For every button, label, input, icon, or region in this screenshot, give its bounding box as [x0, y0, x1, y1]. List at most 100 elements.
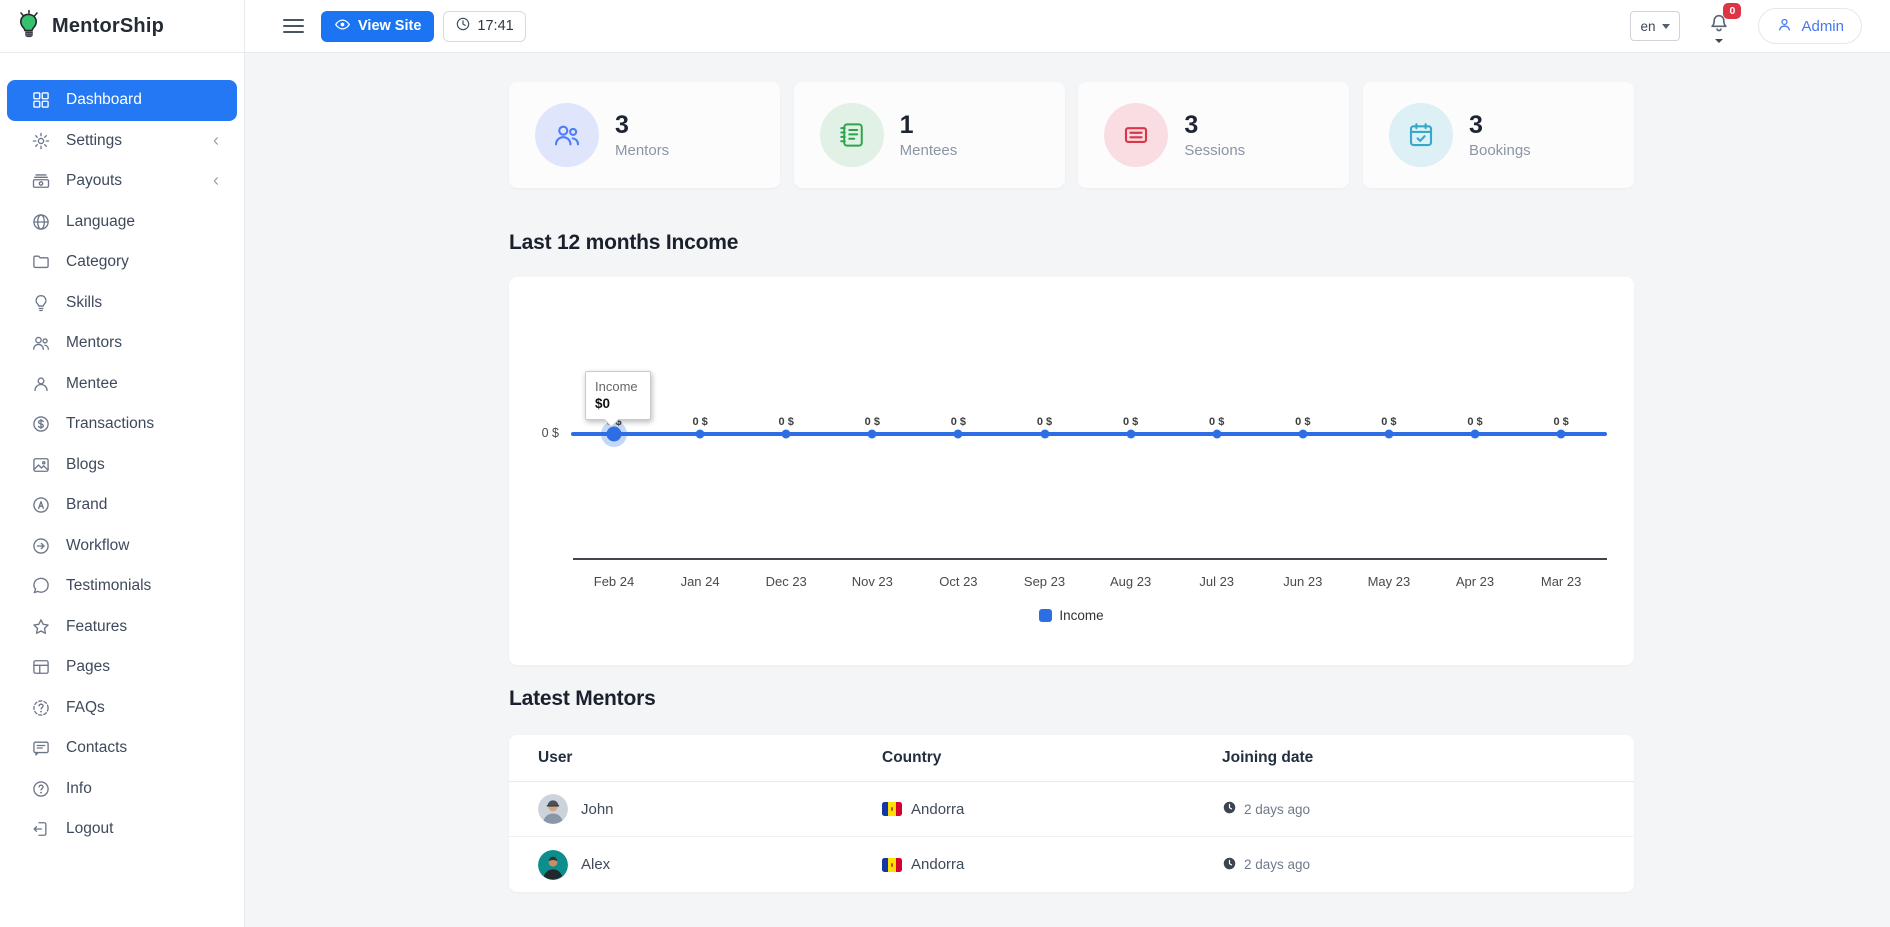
person-icon	[1776, 16, 1793, 37]
features-icon	[31, 617, 51, 637]
sidebar-item-dashboard[interactable]: Dashboard	[7, 80, 237, 121]
chevron-down-icon	[1662, 24, 1670, 29]
point-value-label: 0 $	[951, 416, 966, 428]
brand-icon	[31, 495, 51, 515]
sidebar-item-label: Skills	[66, 294, 102, 312]
chart-point-jul-23[interactable]	[1212, 430, 1221, 439]
andorra-flag-icon	[882, 802, 902, 816]
sidebar-item-skills[interactable]: Skills	[7, 283, 237, 324]
chart-point-sep-23[interactable]	[1040, 430, 1049, 439]
sidebar-item-mentee[interactable]: Mentee	[7, 364, 237, 405]
x-axis-label: Aug 23	[1110, 574, 1151, 589]
mentors-icon	[31, 333, 51, 353]
sidebar-item-label: Language	[66, 213, 135, 231]
sidebar-header: MentorShip	[0, 0, 244, 53]
sidebar-item-label: Transactions	[66, 415, 154, 433]
column-header-joining-date: Joining date	[1222, 749, 1634, 767]
column-header-user: User	[538, 749, 882, 767]
journal-icon	[820, 103, 884, 167]
time-chip[interactable]: 17:41	[443, 11, 525, 42]
x-axis-line	[573, 558, 1607, 560]
country-name: Andorra	[911, 801, 964, 818]
sidebar-item-pages[interactable]: Pages	[7, 647, 237, 688]
chart-point-jun-23[interactable]	[1298, 430, 1307, 439]
sidebar-item-label: Features	[66, 618, 127, 636]
column-header-country: Country	[882, 749, 1222, 767]
sidebar-item-payouts[interactable]: Payouts	[7, 161, 237, 202]
x-axis-label: Feb 24	[594, 574, 634, 589]
x-axis-label: May 23	[1368, 574, 1411, 589]
sidebar-item-mentors[interactable]: Mentors	[7, 323, 237, 364]
main-content: 3Mentors1Mentees3Sessions3Bookings Last …	[245, 53, 1890, 927]
tooltip-value: $0	[595, 396, 638, 411]
stat-label: Sessions	[1184, 142, 1245, 159]
sidebar-item-category[interactable]: Category	[7, 242, 237, 283]
faqs-icon	[31, 698, 51, 718]
chart-point-dec-23[interactable]	[782, 430, 791, 439]
calendar-check-icon	[1389, 103, 1453, 167]
hamburger-menu-icon[interactable]	[283, 19, 304, 34]
skills-icon	[31, 293, 51, 313]
sidebar-item-label: Info	[66, 780, 92, 798]
chart-point-mar-23[interactable]	[1557, 430, 1566, 439]
stat-label: Mentors	[615, 142, 669, 159]
language-dropdown[interactable]: en	[1630, 11, 1680, 41]
x-axis-label: Dec 23	[766, 574, 807, 589]
sidebar-item-contacts[interactable]: Contacts	[7, 728, 237, 769]
point-value-label: 0 $	[865, 416, 880, 428]
sidebar-item-testimonials[interactable]: Testimonials	[7, 566, 237, 607]
x-axis-label: Sep 23	[1024, 574, 1065, 589]
point-value-label: 0 $	[1123, 416, 1138, 428]
chart-point-aug-23[interactable]	[1126, 430, 1135, 439]
chart-legend: Income	[509, 608, 1634, 623]
sidebar-item-logout[interactable]: Logout	[7, 809, 237, 850]
sidebar-item-brand[interactable]: Brand	[7, 485, 237, 526]
logout-icon	[31, 819, 51, 839]
sidebar-item-features[interactable]: Features	[7, 607, 237, 648]
joining-date: 2 days ago	[1244, 857, 1310, 872]
point-value-label: 0 $	[1295, 416, 1310, 428]
people-icon	[535, 103, 599, 167]
notifications-bell[interactable]: 0	[1706, 9, 1732, 43]
sidebar-item-label: Dashboard	[66, 91, 142, 109]
sidebar-item-workflow[interactable]: Workflow	[7, 526, 237, 567]
info-icon	[31, 779, 51, 799]
payouts-icon	[31, 171, 51, 191]
table-row: JohnAndorra2 days ago	[509, 782, 1634, 837]
workflow-icon	[31, 536, 51, 556]
sidebar-item-faqs[interactable]: FAQs	[7, 688, 237, 729]
sidebar-item-settings[interactable]: Settings	[7, 121, 237, 162]
income-line-series	[571, 432, 1607, 436]
stat-value: 1	[900, 111, 958, 140]
settings-icon	[31, 131, 51, 151]
sidebar-item-label: Logout	[66, 820, 113, 838]
y-axis-tick: 0 $	[509, 426, 559, 440]
stat-value: 3	[1184, 111, 1245, 140]
income-section-title: Last 12 months Income	[509, 231, 738, 255]
sidebar-item-info[interactable]: Info	[7, 769, 237, 810]
stat-card-sessions: 3 Sessions	[1078, 82, 1349, 188]
admin-button[interactable]: Admin	[1758, 8, 1862, 44]
chart-point-nov-23[interactable]	[868, 430, 877, 439]
sidebar-item-language[interactable]: Language	[7, 202, 237, 243]
language-icon	[31, 212, 51, 232]
sidebar-item-label: Workflow	[66, 537, 129, 555]
chart-point-feb-24[interactable]	[607, 427, 622, 442]
transactions-icon	[31, 414, 51, 434]
chart-point-apr-23[interactable]	[1471, 430, 1480, 439]
sidebar-item-transactions[interactable]: Transactions	[7, 404, 237, 445]
stat-card-mentees: 1Mentees	[794, 82, 1065, 188]
stats-row: 3Mentors1Mentees3Sessions3Bookings	[509, 82, 1634, 188]
contacts-icon	[31, 738, 51, 758]
clock-icon	[1222, 800, 1237, 818]
testimonials-icon	[31, 576, 51, 596]
avatar	[538, 794, 568, 824]
chevron-left-icon	[209, 134, 223, 148]
point-value-label: 0 $	[779, 416, 794, 428]
chart-point-oct-23[interactable]	[954, 430, 963, 439]
sidebar-item-blogs[interactable]: Blogs	[7, 445, 237, 486]
chart-point-may-23[interactable]	[1384, 430, 1393, 439]
chart-point-jan-24[interactable]	[696, 430, 705, 439]
x-axis-label: Oct 23	[939, 574, 977, 589]
view-site-button[interactable]: View Site	[321, 11, 434, 42]
